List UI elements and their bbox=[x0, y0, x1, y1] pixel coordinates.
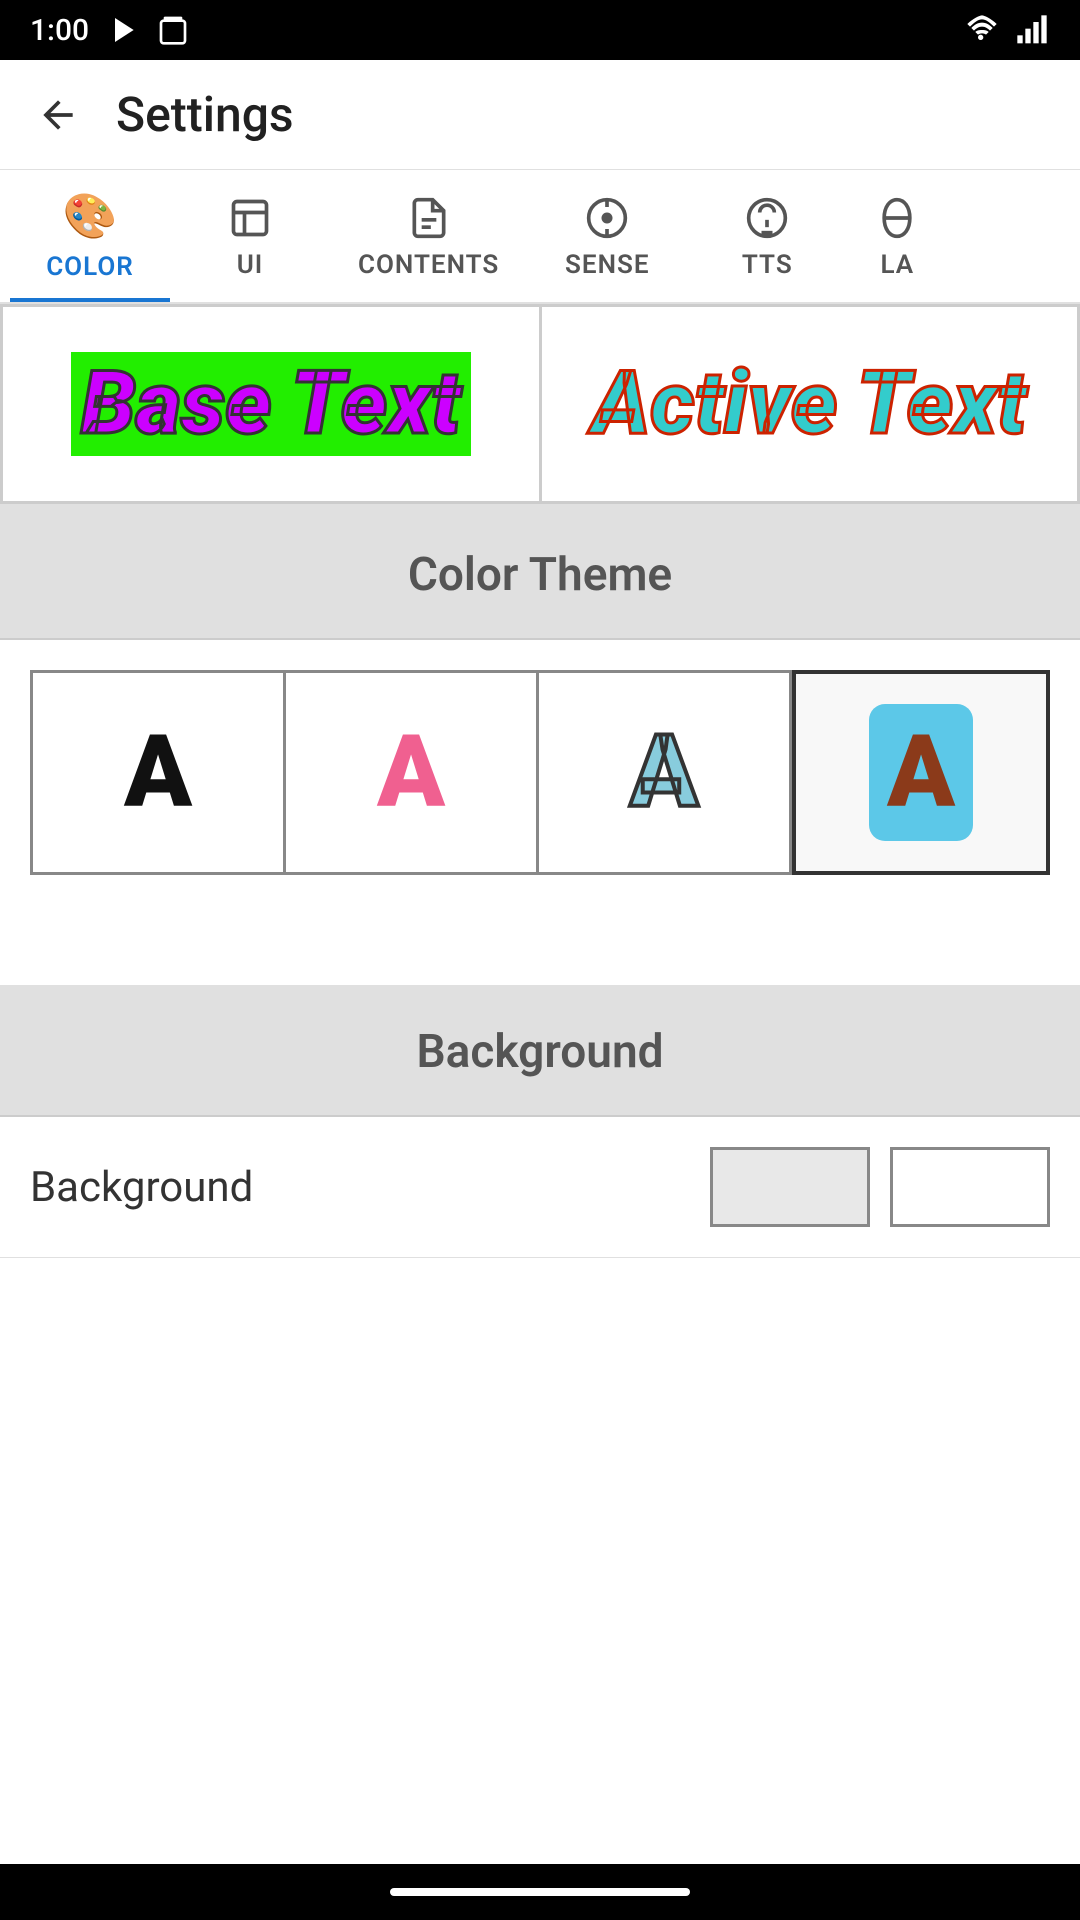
tab-ui-label: UI bbox=[237, 250, 264, 280]
tab-contents-label: CONTENTS bbox=[358, 250, 499, 280]
top-bar: Settings bbox=[0, 60, 1080, 170]
tab-color-label: COLOR bbox=[46, 252, 134, 282]
tab-color[interactable]: 🎨 COLOR bbox=[10, 170, 170, 302]
la-icon bbox=[875, 196, 919, 240]
theme-option-outline[interactable]: A bbox=[539, 670, 792, 875]
theme-a-pink-label: A bbox=[377, 714, 445, 831]
theme-option-cyan-bg[interactable]: A bbox=[792, 670, 1050, 875]
sense-icon bbox=[585, 196, 629, 240]
theme-grid: A A A A bbox=[0, 640, 1080, 925]
tts-icon bbox=[745, 196, 789, 240]
status-bar-left: 1:00 bbox=[30, 13, 189, 48]
theme-a-plain-label: A bbox=[124, 714, 192, 831]
theme-option-plain[interactable]: A bbox=[30, 670, 286, 875]
play-icon bbox=[107, 14, 139, 46]
page-title: Settings bbox=[116, 86, 294, 143]
preview-base[interactable]: Base Text bbox=[0, 304, 542, 504]
bottom-nav bbox=[0, 1864, 1080, 1920]
tab-sense[interactable]: SENSE bbox=[527, 170, 687, 302]
color-theme-title: Color Theme bbox=[408, 548, 672, 602]
base-text-preview: Base Text bbox=[71, 352, 471, 457]
background-row: Background bbox=[0, 1117, 1080, 1258]
tab-ui[interactable]: UI bbox=[170, 170, 330, 302]
preview-active[interactable]: Active Text bbox=[542, 304, 1080, 504]
bottom-nav-bar bbox=[390, 1888, 690, 1896]
theme-a-cyan-bg-label: A bbox=[869, 704, 973, 841]
contents-icon bbox=[407, 196, 451, 240]
color-theme-section-header: Color Theme bbox=[0, 508, 1080, 640]
bg-row-controls bbox=[710, 1147, 1050, 1227]
tab-la-label: LA bbox=[880, 250, 914, 280]
tab-tts-label: TTS bbox=[742, 250, 793, 280]
preview-section: Base Text Active Text bbox=[0, 304, 1080, 508]
theme-a-outline-label: A bbox=[630, 714, 698, 831]
status-bar: 1:00 bbox=[0, 0, 1080, 60]
tab-tts[interactable]: TTS bbox=[687, 170, 847, 302]
time-display: 1:00 bbox=[30, 13, 89, 48]
clipboard-icon bbox=[157, 14, 189, 46]
ui-icon bbox=[228, 196, 272, 240]
tab-la[interactable]: LA bbox=[847, 170, 947, 302]
background-section-header: Background bbox=[0, 985, 1080, 1117]
wifi-icon bbox=[964, 14, 1000, 46]
bg-color-box-white[interactable] bbox=[890, 1147, 1050, 1227]
back-button[interactable] bbox=[30, 87, 86, 143]
status-bar-right bbox=[964, 14, 1050, 46]
tab-sense-label: SENSE bbox=[565, 250, 649, 280]
signal-icon bbox=[1014, 14, 1050, 46]
tab-contents[interactable]: CONTENTS bbox=[330, 170, 527, 302]
theme-spacer bbox=[0, 925, 1080, 985]
background-section-title: Background bbox=[416, 1025, 663, 1079]
theme-option-pink[interactable]: A bbox=[286, 670, 539, 875]
active-text-preview: Active Text bbox=[592, 356, 1026, 453]
tab-bar: 🎨 COLOR UI CONTENTS SENSE TTS LA bbox=[0, 170, 1080, 304]
palette-icon: 🎨 bbox=[63, 190, 118, 242]
bg-color-box-gray[interactable] bbox=[710, 1147, 870, 1227]
background-row-label: Background bbox=[30, 1163, 253, 1212]
